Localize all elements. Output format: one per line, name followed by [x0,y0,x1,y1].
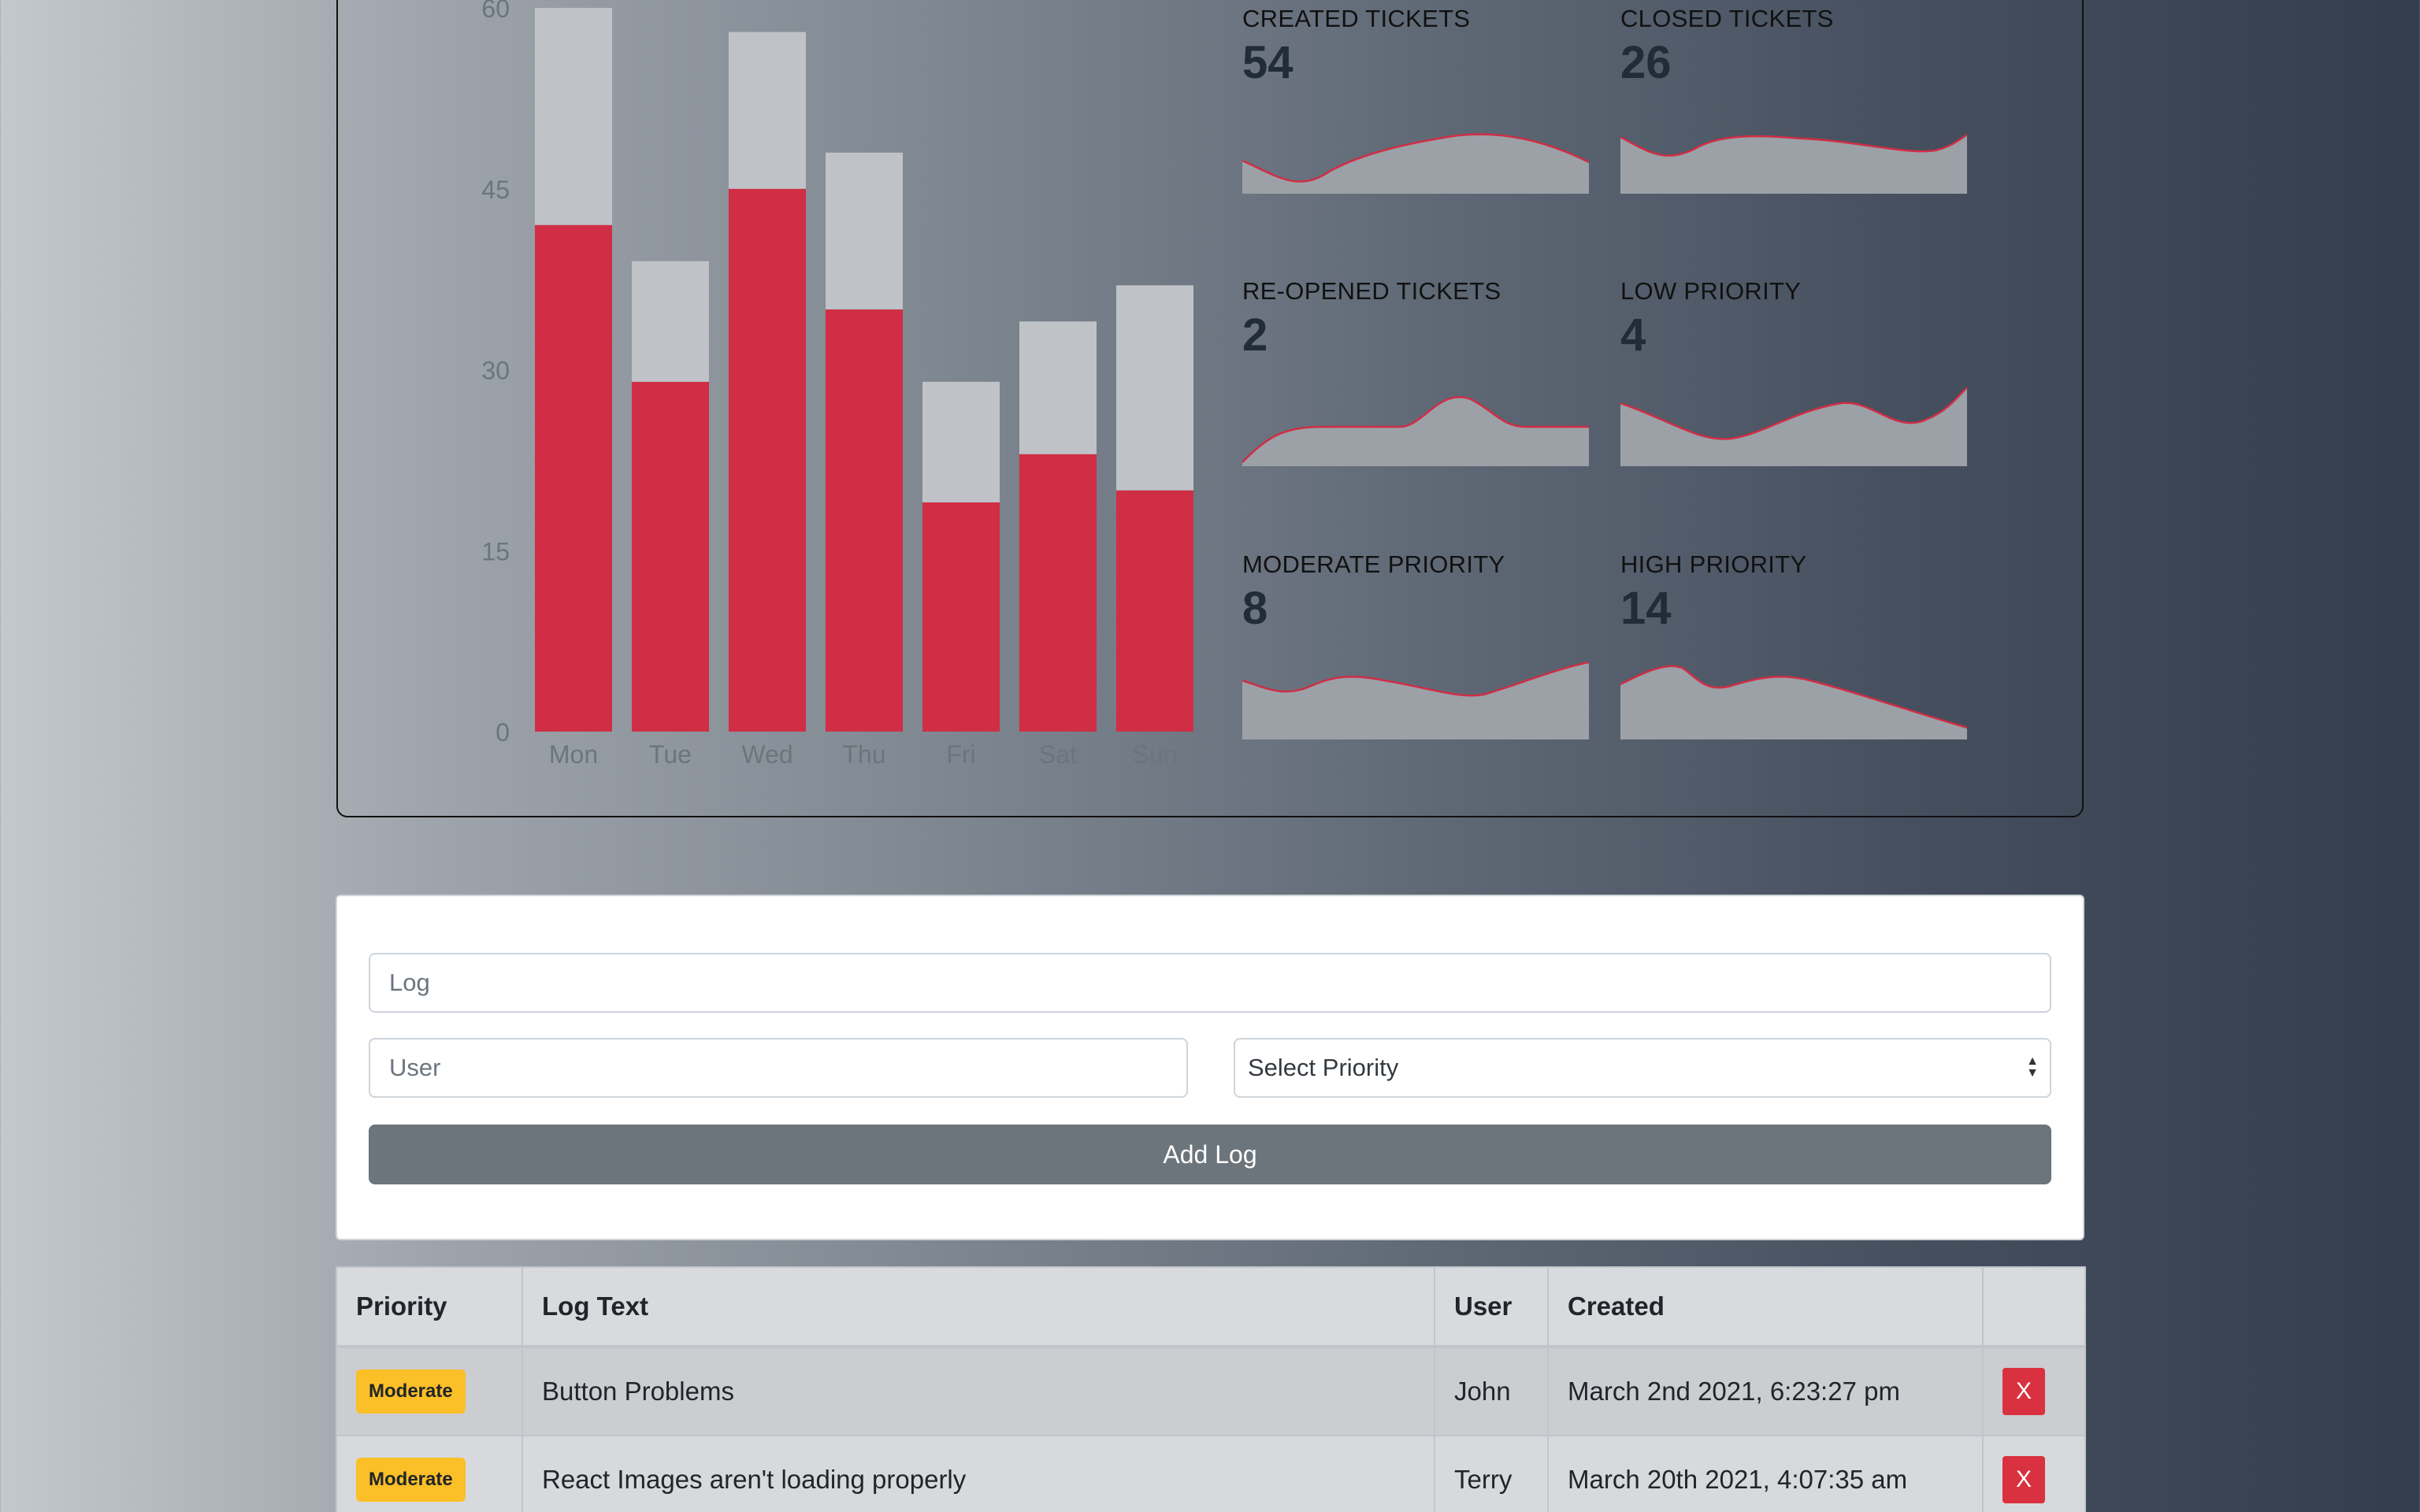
y-tick-label: 30 [481,357,510,385]
bar-mon-series-2 [535,8,612,225]
stat-label: RE-OPENED TICKETS [1242,277,1501,305]
dashboard-panel: 0 15 30 45 60 Mon Tue Wed Thu Fri Sat Sun CREATED T… [336,0,2084,817]
bar-sat-series-1 [1019,454,1097,732]
stat-value: 54 [1242,37,1294,88]
sparkline [1620,387,1967,466]
priority-badge: Moderate [356,1458,466,1502]
log-text-cell: Button Problems [521,1346,1435,1436]
sparkline [1620,133,1967,194]
bar-sun-series-2 [1116,285,1193,491]
y-tick-label: 60 [481,0,510,23]
x-tick-label: Fri [946,740,975,769]
x-tick-label: Thu [842,740,885,769]
x-tick-label: Sat [1039,740,1077,769]
bar-thu-series-1 [826,309,903,732]
stat-label: CLOSED TICKETS [1620,5,1834,32]
header-actions [1982,1266,2086,1348]
add-log-form: Select Priority ▲▼ Add Log [336,895,2084,1240]
y-tick-label: 15 [481,537,510,565]
y-tick-label: 45 [481,176,510,204]
delete-button[interactable]: X [2002,1368,2045,1415]
bar-sun-series-1 [1116,490,1193,732]
priority-select-value: Select Priority [1248,1054,1399,1081]
stat-label: HIGH PRIORITY [1620,550,1807,578]
header-created: Created [1547,1266,1984,1348]
bar-sat-series-2 [1019,321,1097,454]
delete-button[interactable]: X [2002,1456,2045,1503]
x-tick-label: Sun [1133,740,1178,769]
user-input[interactable] [369,1038,1188,1098]
stat-value: 2 [1242,309,1268,361]
sparkline [1620,665,1967,739]
stat-label: CREATED TICKETS [1242,5,1471,32]
bar-mon-series-1 [535,224,612,732]
table-row: Moderate Button Problems John March 2nd … [336,1346,2086,1436]
x-tick-label: Tue [649,740,692,769]
select-arrows-icon: ▲ ▼ [2026,1054,2039,1080]
created-cell: March 20th 2021, 4:07:35 am [1547,1435,1984,1512]
tickets-bar-chart: 0 15 30 45 60 Mon Tue Wed Thu Fri Sat Sun [481,0,1193,769]
x-tick-label: Mon [549,740,598,769]
stat-value: 4 [1620,309,1646,361]
bar-tue-series-2 [632,261,709,382]
bar-fri-series-1 [922,502,1000,732]
header-log-text: Log Text [521,1266,1435,1348]
log-input[interactable] [369,953,2051,1013]
bar-thu-series-2 [826,152,903,309]
bar-tue-series-1 [632,381,709,732]
stat-value: 8 [1242,583,1268,634]
created-cell: March 2nd 2021, 6:23:27 pm [1547,1346,1984,1436]
logs-table: Priority Log Text User Created Moderate … [336,1266,2086,1512]
table-header-row: Priority Log Text User Created [336,1266,2086,1348]
bar-wed-series-2 [729,32,806,189]
user-cell: John [1434,1346,1549,1436]
sparkline [1242,133,1589,194]
table-row: Moderate React Images aren't loading pro… [336,1435,2086,1512]
stat-label: LOW PRIORITY [1620,277,1802,305]
log-text-cell: React Images aren't loading properly [521,1435,1435,1512]
bar-fri-series-2 [922,381,1000,502]
user-cell: Terry [1434,1435,1549,1512]
sparkline [1242,661,1589,739]
stat-value: 14 [1620,583,1672,634]
header-priority: Priority [336,1266,523,1348]
add-log-button[interactable]: Add Log [369,1125,2051,1184]
stat-value: 26 [1620,37,1672,88]
header-user: User [1434,1266,1549,1348]
stat-label: MODERATE PRIORITY [1242,550,1505,578]
x-tick-label: Wed [741,740,792,769]
priority-badge: Moderate [356,1369,466,1414]
sparkline [1242,396,1589,466]
priority-select[interactable]: Select Priority ▲ ▼ [1234,1038,2051,1098]
bar-wed-series-1 [729,188,806,732]
y-tick-label: 0 [496,718,510,747]
